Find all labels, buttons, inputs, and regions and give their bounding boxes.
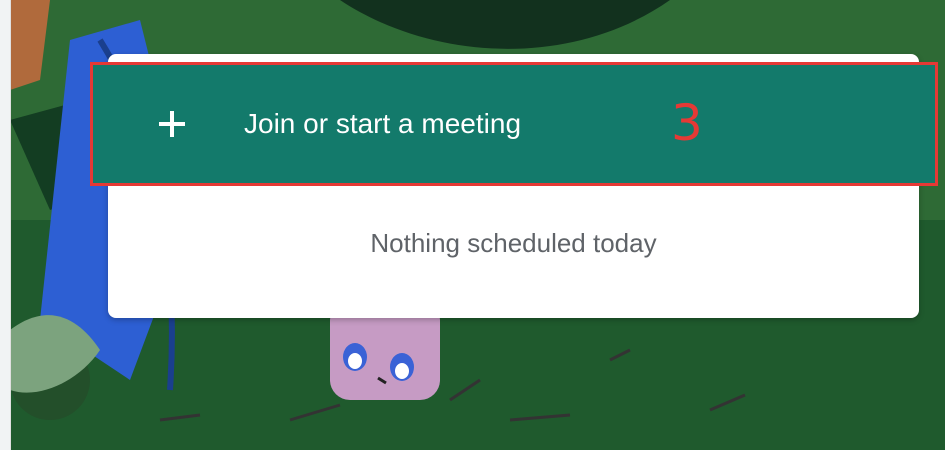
join-or-start-meeting-button[interactable]: Join or start a meeting 3 bbox=[90, 62, 938, 186]
schedule-empty-message: Nothing scheduled today bbox=[370, 228, 657, 258]
sidebar-edge bbox=[0, 0, 11, 450]
join-or-start-meeting-label: Join or start a meeting bbox=[244, 108, 522, 139]
plus-icon bbox=[159, 111, 185, 137]
meet-home-view: Join or start a meeting 3 Nothing schedu… bbox=[0, 0, 945, 450]
step-annotation-number: 3 bbox=[671, 93, 703, 152]
